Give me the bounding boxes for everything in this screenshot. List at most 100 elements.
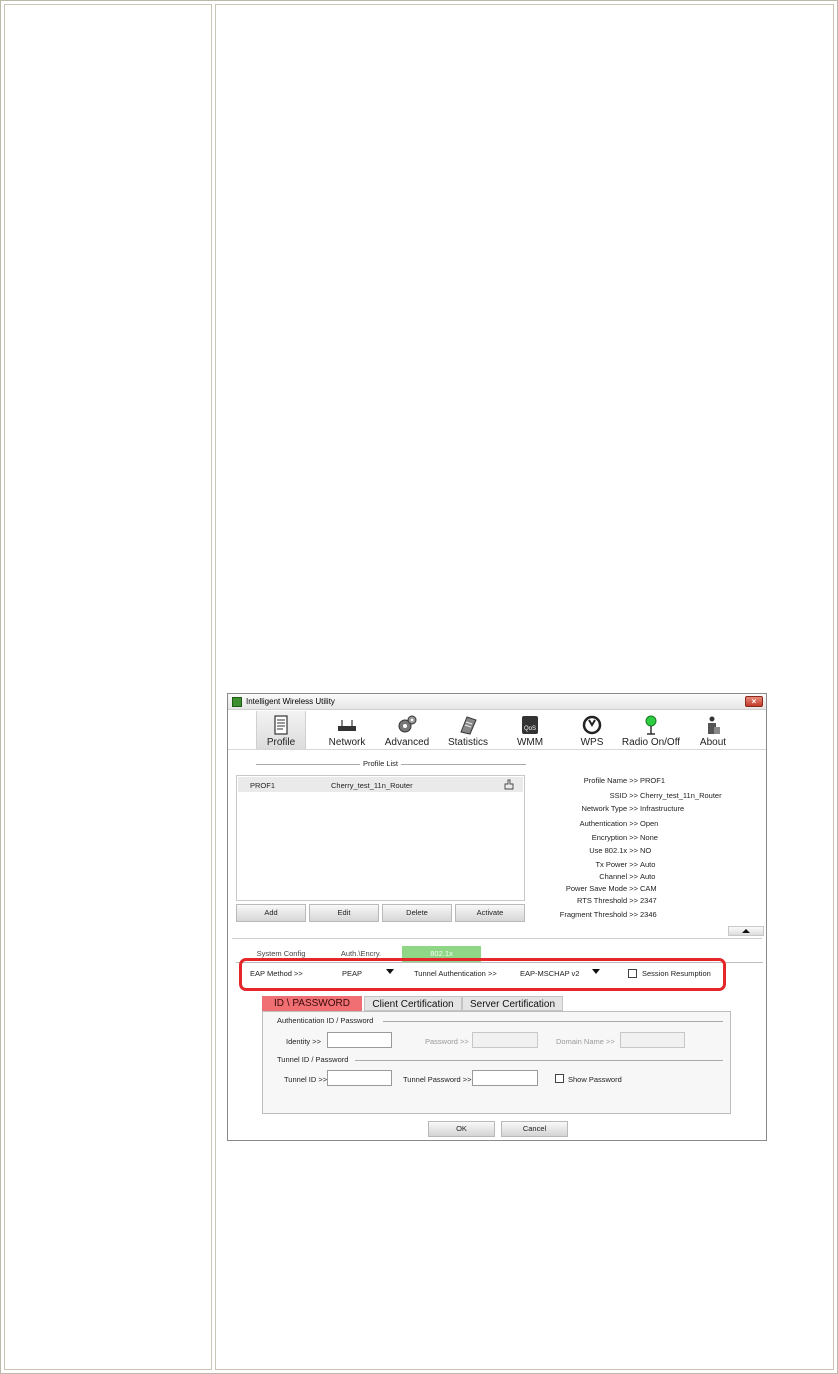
toolbar-statistics[interactable]: Statistics — [442, 711, 494, 749]
highlight-box — [239, 958, 726, 991]
toolbar-label: About — [699, 737, 727, 748]
edit-button[interactable]: Edit — [309, 904, 379, 922]
add-button[interactable]: Add — [236, 904, 306, 922]
statistics-icon — [460, 716, 477, 735]
detail-value: NO — [640, 846, 652, 855]
detail-profile-name: Profile Name >> PROF1 — [528, 776, 764, 787]
detail-value: Auto — [640, 872, 656, 881]
detail-value: Auto — [640, 860, 656, 869]
show-password-checkbox[interactable] — [555, 1074, 564, 1083]
tab-id-password[interactable]: ID \ PASSWORD — [262, 996, 362, 1011]
tunnel-password-label: Tunnel Password >> — [403, 1075, 472, 1084]
toolbar-network[interactable]: Network — [322, 711, 372, 749]
about-icon — [708, 716, 720, 734]
wmm-qos-icon: QoS — [522, 716, 538, 734]
auth-legend: Authentication ID / Password — [277, 1016, 374, 1025]
profile-icon — [274, 715, 288, 735]
cancel-button[interactable]: Cancel — [501, 1121, 568, 1137]
close-button[interactable]: × — [745, 696, 763, 707]
detail-value: Infrastructure — [640, 804, 685, 813]
triangle-up-icon — [742, 929, 750, 933]
network-icon — [338, 720, 356, 731]
detail-label: Network Type >> — [581, 804, 638, 813]
detail-power-save: Power Save Mode >> CAM — [528, 884, 764, 895]
tab-client-certification[interactable]: Client Certification — [364, 996, 462, 1011]
profile-list-legend: Profile List — [360, 759, 402, 768]
tunnel-legend-line — [355, 1060, 723, 1061]
toolbar-label: Statistics — [447, 737, 488, 748]
profile-row[interactable]: PROF1 Cherry_test_11n_Router — [238, 777, 523, 792]
tunnel-id-input[interactable] — [327, 1070, 392, 1086]
detail-label: Tx Power >> — [595, 860, 638, 869]
window-title: Intelligent Wireless Utility — [246, 697, 335, 706]
right-column — [215, 4, 834, 1370]
detail-fragment: Fragment Threshold >> 2346 — [528, 910, 764, 921]
delete-button[interactable]: Delete — [382, 904, 452, 922]
detail-label: Profile Name >> — [583, 776, 638, 785]
connect-hand-icon — [504, 779, 514, 790]
toolbar-label: Radio On/Off — [621, 737, 681, 748]
detail-value: None — [640, 833, 658, 842]
section-divider — [232, 938, 762, 939]
profile-ssid: Cherry_test_11n_Router — [331, 781, 413, 790]
detail-label: Channel >> — [599, 872, 638, 881]
auth-legend-line — [383, 1021, 723, 1022]
advanced-gear-icon — [398, 715, 417, 733]
toolbar-divider — [228, 749, 766, 750]
collapse-button[interactable] — [728, 926, 764, 936]
ok-button[interactable]: OK — [428, 1121, 495, 1137]
detail-label: SSID >> — [609, 791, 638, 800]
detail-value: 2346 — [640, 910, 657, 919]
detail-value: Cherry_test_11n_Router — [640, 791, 722, 800]
toolbar-radio[interactable]: Radio On/Off — [619, 711, 683, 749]
domain-name-label: Domain Name >> — [556, 1037, 615, 1046]
toolbar-wps[interactable]: WPS — [572, 711, 612, 749]
password-input[interactable] — [472, 1032, 538, 1048]
title-bar: Intelligent Wireless Utility × — [228, 694, 766, 710]
tunnel-legend: Tunnel ID / Password — [277, 1055, 349, 1064]
detail-label: Power Save Mode >> — [565, 884, 638, 893]
app-icon — [232, 697, 242, 707]
svg-text:QoS: QoS — [524, 726, 536, 732]
toolbar-wmm[interactable]: QoS WMM — [508, 711, 552, 749]
detail-label: Encryption >> — [591, 833, 638, 842]
radio-icon — [645, 715, 657, 735]
tunnel-password-input[interactable] — [472, 1070, 538, 1086]
profile-name: PROF1 — [250, 781, 276, 790]
toolbar-label: Advanced — [384, 737, 430, 748]
toolbar-about[interactable]: About — [693, 711, 733, 749]
detail-value: 2347 — [640, 896, 657, 905]
toolbar-label: Network — [328, 737, 366, 748]
tunnel-id-label: Tunnel ID >> — [284, 1075, 328, 1084]
domain-name-input[interactable] — [620, 1032, 685, 1048]
identity-label: Identity >> — [286, 1037, 322, 1046]
toolbar-label: WPS — [580, 737, 604, 748]
left-column — [4, 4, 212, 1370]
detail-network-type: Network Type >> Infrastructure — [528, 804, 764, 815]
toolbar-profile[interactable]: Profile — [256, 711, 306, 749]
detail-tx-power: Tx Power >> Auto — [528, 860, 764, 871]
detail-value: PROF1 — [640, 776, 666, 785]
app-window: Intelligent Wireless Utility × Profile N… — [227, 693, 767, 1141]
detail-value: CAM — [640, 884, 657, 893]
identity-input[interactable] — [327, 1032, 392, 1048]
tab-server-certification[interactable]: Server Certification — [462, 996, 563, 1011]
detail-channel: Channel >> Auto — [528, 872, 764, 883]
password-label: Password >> — [425, 1037, 469, 1046]
toolbar-advanced[interactable]: Advanced — [381, 711, 433, 749]
detail-authentication: Authentication >> Open — [528, 819, 764, 830]
main-toolbar: Profile Network Advanced Statistics QoS … — [228, 711, 766, 749]
detail-rts: RTS Threshold >> 2347 — [528, 896, 764, 907]
detail-label: Use 802.1x >> — [589, 846, 638, 855]
activate-button[interactable]: Activate — [455, 904, 525, 922]
toolbar-label: WMM — [516, 737, 544, 748]
detail-encryption: Encryption >> None — [528, 833, 764, 844]
show-password-label: Show Password — [568, 1075, 622, 1084]
detail-label: Fragment Threshold >> — [559, 910, 638, 919]
detail-label: RTS Threshold >> — [576, 896, 638, 905]
detail-use-8021x: Use 802.1x >> NO — [528, 846, 764, 857]
profile-list[interactable]: PROF1 Cherry_test_11n_Router — [236, 775, 525, 901]
detail-ssid: SSID >> Cherry_test_11n_Router — [528, 791, 764, 802]
credentials-panel: Authentication ID / Password Identity >>… — [262, 1011, 731, 1114]
detail-label: Authentication >> — [579, 819, 638, 828]
